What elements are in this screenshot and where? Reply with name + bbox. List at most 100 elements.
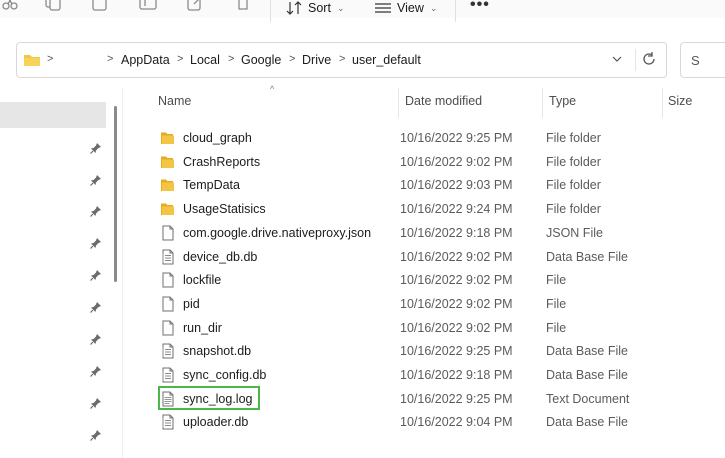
column-divider[interactable] — [542, 88, 543, 118]
file-row[interactable]: device_db.db 10/16/2022 9:02 PM Data Base … — [150, 246, 725, 269]
file-date-modified: 10/16/2022 9:02 PM — [400, 296, 513, 311]
pin-icon[interactable] — [90, 429, 102, 441]
pin-icon[interactable] — [90, 301, 102, 313]
file-row[interactable]: pid 10/16/2022 9:02 PM File — [150, 293, 725, 316]
file-date-modified: 10/16/2022 9:25 PM — [400, 131, 513, 145]
file-type: File — [546, 320, 567, 335]
folder-icon — [161, 203, 174, 216]
file-date-modified: 10/16/2022 9:24 PM — [400, 202, 513, 217]
navigation-pane — [0, 88, 112, 458]
paste-icon[interactable] — [90, 0, 110, 12]
breadcrumb-appdata[interactable]: AppData — [121, 53, 170, 67]
file-row[interactable]: sync_config.db 10/16/2022 9:18 PM Data Bas… — [150, 364, 725, 387]
breadcrumb-google[interactable]: Google — [241, 53, 281, 67]
file-date-modified: 10/16/2022 9:02 PM — [400, 320, 513, 335]
breadcrumb-drive[interactable]: Drive — [302, 53, 331, 67]
file-date-modified: 10/16/2022 9:03 PM — [400, 178, 513, 193]
file-type: File folder — [546, 131, 601, 145]
breadcrumb-root-chevron[interactable]: > — [47, 53, 53, 65]
refresh-icon[interactable] — [641, 51, 657, 67]
file-icon — [162, 320, 174, 336]
file-date-modified: 10/16/2022 9:02 PM — [400, 273, 513, 288]
chevron-down-icon: ⌄ — [336, 2, 345, 13]
share-icon[interactable] — [186, 0, 206, 12]
column-header-type[interactable]: Type — [549, 94, 576, 108]
pin-icon[interactable] — [90, 237, 102, 249]
rename-icon[interactable] — [138, 0, 158, 12]
file-row[interactable]: snapshot.db 10/16/2022 9:25 PM Data Base F… — [150, 340, 725, 363]
file-icon — [162, 272, 174, 288]
file-row[interactable]: com.google.drive.nativeproxy.json 10/16/2… — [150, 222, 725, 245]
file-type: Data Base File — [546, 344, 628, 359]
file-row[interactable]: TempData 10/16/2022 9:03 PM File folder — [150, 174, 725, 197]
breadcrumb-local[interactable]: Local — [190, 53, 220, 67]
column-header-date-modified[interactable]: Date modified — [405, 94, 482, 108]
toolbar-divider — [270, 0, 271, 22]
file-type: File — [546, 296, 567, 311]
file-date-modified: 10/16/2022 9:04 PM — [400, 415, 513, 430]
column-divider[interactable] — [662, 88, 663, 118]
file-row[interactable]: CrashReports 10/16/2022 9:02 PM File folde… — [150, 151, 725, 174]
file-icon — [162, 225, 174, 241]
file-row[interactable]: run_dir 10/16/2022 9:02 PM File — [150, 317, 725, 340]
file-name: run_dir — [183, 320, 222, 335]
column-header-name[interactable]: Name — [158, 94, 191, 108]
chevron-down-icon[interactable] — [611, 53, 623, 65]
sort-ascending-icon: ^ — [270, 84, 275, 94]
sort-label: Sort — [308, 1, 331, 15]
file-date-modified: 10/16/2022 9:02 PM — [400, 154, 513, 169]
file-row[interactable]: uploader.db 10/16/2022 9:04 PM Data Base F… — [150, 411, 725, 434]
folder-icon — [161, 132, 174, 144]
delete-icon[interactable] — [233, 0, 253, 12]
pin-icon[interactable] — [90, 333, 102, 345]
folder-icon — [161, 179, 174, 192]
column-divider[interactable] — [398, 88, 399, 118]
file-name: uploader.db — [183, 415, 249, 430]
copy-icon[interactable] — [43, 0, 63, 12]
breadcrumb-user-default[interactable]: user_default — [352, 53, 421, 67]
file-type: JSON File — [546, 225, 603, 240]
view-button[interactable]: View ⌄ — [375, 0, 437, 18]
file-date-modified: 10/16/2022 9:25 PM — [400, 344, 513, 359]
pin-icon[interactable] — [90, 397, 102, 409]
highlight-box — [158, 386, 260, 410]
database-file-icon — [162, 414, 174, 430]
sort-button[interactable]: Sort ⌄ — [286, 0, 344, 18]
file-date-modified: 10/16/2022 9:18 PM — [400, 225, 513, 240]
cut-icon[interactable] — [0, 0, 20, 12]
breadcrumb-separator[interactable]: > — [177, 53, 183, 65]
file-date-modified: 10/16/2022 9:18 PM — [400, 368, 513, 382]
search-input[interactable]: S — [680, 42, 725, 78]
file-row[interactable]: UsageStatisics 10/16/2022 9:24 PM File fol… — [150, 198, 725, 221]
breadcrumb-separator[interactable]: > — [289, 53, 295, 65]
file-type: Data Base File — [546, 249, 628, 264]
breadcrumb-separator[interactable]: > — [339, 53, 345, 65]
pin-icon[interactable] — [90, 142, 102, 154]
column-header-size[interactable]: Size — [668, 94, 692, 108]
pin-icon[interactable] — [90, 205, 102, 217]
file-row[interactable]: cloud_graph 10/16/2022 9:25 PM File folder — [150, 127, 725, 150]
pin-icon[interactable] — [90, 365, 102, 377]
pin-icon[interactable] — [90, 269, 102, 281]
file-date-modified: 10/16/2022 9:02 PM — [400, 249, 513, 264]
view-lines-icon — [375, 3, 391, 13]
search-placeholder: S — [691, 53, 700, 68]
file-date-modified: 10/16/2022 9:25 PM — [400, 391, 513, 406]
folder-icon — [24, 55, 40, 66]
folder-icon — [161, 156, 174, 168]
command-bar: Sort ⌄ View ⌄ ••• — [0, 0, 725, 22]
file-name: snapshot.db — [183, 344, 252, 359]
nav-selected-item[interactable] — [0, 102, 106, 128]
pin-icon[interactable] — [90, 174, 102, 186]
nav-scrollbar[interactable] — [114, 106, 117, 282]
file-name: TempData — [183, 178, 240, 193]
file-row[interactable]: lockfile 10/16/2022 9:02 PM File — [150, 269, 725, 292]
file-name: pid — [183, 296, 200, 311]
breadcrumb-separator[interactable]: > — [228, 53, 234, 65]
pane-divider[interactable] — [122, 88, 123, 458]
file-name: lockfile — [183, 273, 222, 288]
address-bar[interactable]: > > AppData > Local > Google > Drive > u… — [16, 42, 667, 78]
more-options-button[interactable]: ••• — [470, 0, 490, 14]
breadcrumb-separator[interactable]: > — [107, 53, 113, 65]
file-name: com.google.drive.nativeproxy.json — [183, 225, 372, 240]
